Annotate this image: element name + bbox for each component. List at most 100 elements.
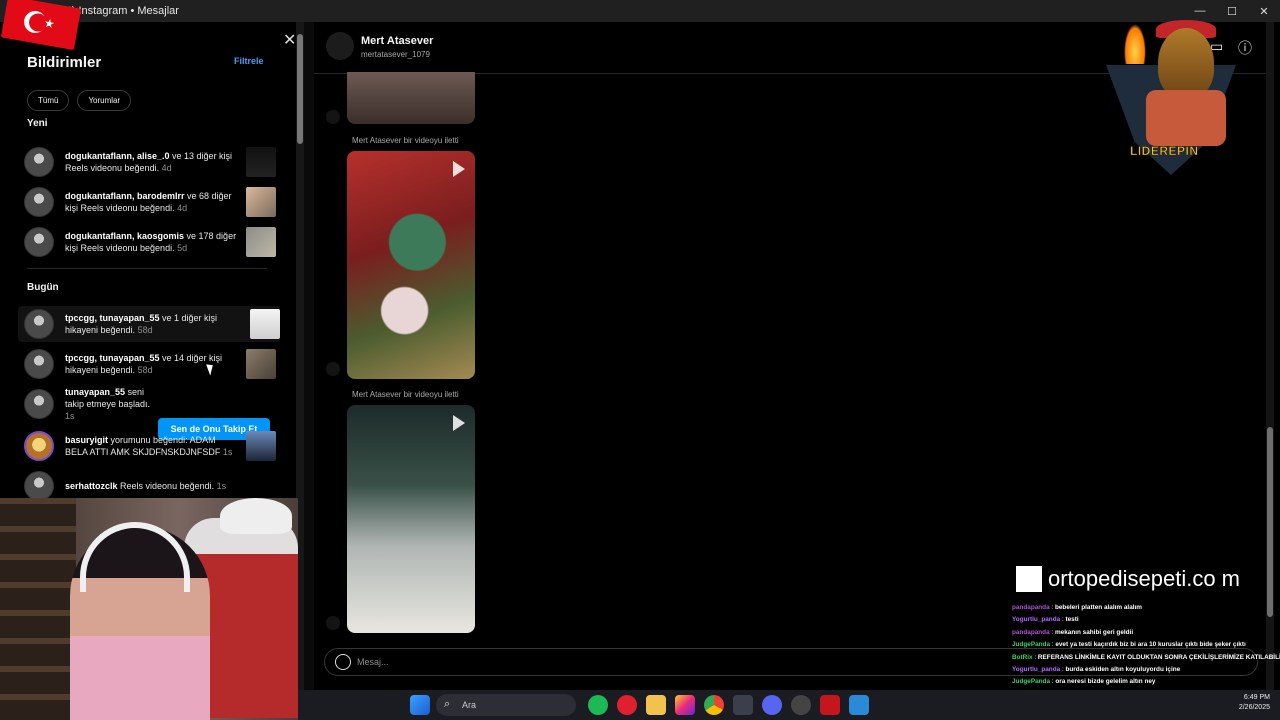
notification-users: tpccgg, tunayapan_55	[65, 353, 160, 363]
avatar	[24, 147, 54, 177]
windows-start-icon[interactable]	[410, 695, 430, 715]
app-icon[interactable]	[791, 695, 811, 715]
chat-username: Yogurtlu_panda	[1012, 666, 1061, 674]
sidebar-strip	[304, 22, 314, 690]
post-thumbnail[interactable]	[246, 147, 276, 177]
stream-chat-line: JudgePanda : ora neresi bizde gelelim al…	[1012, 678, 1156, 686]
pinned-apps	[588, 695, 869, 715]
post-thumbnail[interactable]	[246, 187, 276, 217]
story-thumbnail[interactable]	[246, 349, 276, 379]
search-label: Ara	[462, 700, 477, 710]
torch-icon	[1124, 24, 1146, 64]
taskbar-search[interactable]: ⌕ Ara	[436, 694, 576, 716]
post-thumbnail[interactable]	[246, 227, 276, 257]
system-clock[interactable]: 6:49 PM 2/26/2025	[1239, 693, 1270, 713]
taskbar-apps	[410, 695, 430, 715]
opera-icon[interactable]	[617, 695, 637, 715]
notification-time: 4d	[174, 203, 188, 213]
stream-chat-line: Yogurtlu_panda : testi	[1012, 616, 1079, 624]
chat-username: pandapanda	[1012, 628, 1050, 636]
stream-chat-line: pandapanda : bebeleri platten alalım ala…	[1012, 604, 1142, 611]
logo-text: LIDEREPIN	[1130, 144, 1199, 159]
section-new: Yeni	[27, 118, 48, 129]
steam-icon[interactable]	[733, 695, 753, 715]
clock-date: 2/26/2025	[1238, 704, 1270, 711]
close-icon[interactable]: ✕	[283, 30, 296, 50]
stream-chat-line: Yogurtlu_panda : burda eskiden altın koy…	[1012, 666, 1181, 674]
forwarded-video[interactable]	[347, 405, 475, 633]
notification-time: 5d	[174, 243, 188, 253]
emoji-icon[interactable]	[335, 654, 351, 670]
discord-icon[interactable]	[762, 695, 782, 715]
taskbar: ⌕ Ara 6:49 PM 2/26/2025	[298, 690, 1280, 720]
window-titlebar: (4) Instagram • Mesajlar — ☐ ✕	[0, 0, 1280, 22]
sender-avatar	[326, 616, 340, 630]
avatar	[24, 389, 54, 419]
chat-username: JudgePanda	[1012, 678, 1050, 686]
chat-message: ora neresi bizde gelelim altın ney	[1055, 678, 1156, 686]
chip-all[interactable]: Tümü	[27, 90, 70, 111]
notification-users: serhattozclk	[65, 481, 118, 491]
avatar	[24, 227, 54, 257]
section-today: Bugün	[27, 282, 59, 293]
chat-message: mekanın sahibi geri geldii	[1054, 628, 1134, 636]
avatar	[24, 349, 54, 379]
instagram-icon[interactable]	[675, 695, 695, 715]
forwarded-video[interactable]	[347, 72, 475, 124]
chip-comments[interactable]: Yorumlar	[77, 90, 132, 111]
avatar	[24, 309, 54, 339]
chat-username: JudgePanda	[1012, 641, 1050, 649]
notification-users: basuryigit	[65, 435, 109, 445]
chrome-icon[interactable]	[704, 695, 724, 715]
chat-scrollbar[interactable]	[1266, 22, 1274, 690]
forward-caption: Mert Atasever bir videoyu iletti	[352, 136, 459, 145]
notification-item[interactable]: basuryigit yorumunu beğendi: ADAM BELA A…	[24, 428, 276, 464]
notification-item[interactable]: tunayapan_55 seni takip etmeye başladı. …	[24, 386, 154, 422]
notification-time: 1s	[65, 411, 75, 421]
sender-avatar	[326, 362, 340, 376]
sender-avatar	[326, 110, 340, 124]
stream-chat-line: JudgePanda : evet ya testi kaçırdık biz …	[1012, 641, 1246, 649]
section-divider	[27, 268, 267, 269]
play-icon	[453, 415, 465, 431]
contact-name[interactable]: Mert Atasever	[361, 35, 433, 47]
contact-avatar[interactable]	[326, 32, 354, 60]
filter-chips: Tümü Yorumlar	[27, 90, 132, 111]
app-blue-icon[interactable]	[849, 695, 869, 715]
contact-username: mertatasever_1079	[361, 50, 430, 59]
story-thumbnail[interactable]	[250, 309, 280, 339]
stream-chat-line: BotRix : REFERANS LİNKİMLE KAYIT OLDUKTA…	[1012, 652, 1280, 664]
spotify-icon[interactable]	[588, 695, 608, 715]
chat-username: pandapanda	[1012, 604, 1050, 611]
notification-item[interactable]: tpccgg, tunayapan_55 ve 1 diğer kişi hik…	[18, 306, 280, 342]
notification-item[interactable]: dogukantaflann, alise_.0 ve 13 diğer kiş…	[24, 144, 276, 180]
app-red-icon[interactable]	[820, 695, 840, 715]
notification-item[interactable]: dogukantaflann, kaosgomis ve 178 diğer k…	[24, 224, 276, 260]
close-window-button[interactable]: ✕	[1248, 0, 1280, 22]
notification-time: 1s	[214, 481, 227, 491]
chat-message: burda eskiden altın koyuluyordu içine	[1065, 666, 1181, 674]
chat-message: testi	[1065, 616, 1079, 624]
post-thumbnail[interactable]	[246, 431, 276, 461]
notification-time: 58d	[135, 325, 153, 335]
notification-users: dogukantaflann, alise_.0	[65, 151, 170, 161]
notification-item[interactable]: dogukantaflann, barodemlrr ve 68 diğer k…	[24, 184, 276, 220]
stream-chat: pandapanda : bebeleri platten alalım ala…	[1012, 602, 1280, 701]
sponsor-square-icon	[1016, 566, 1042, 592]
stream-chat-line: pandapanda : mekanın sahibi geri geldii	[1012, 628, 1134, 636]
notification-time: 58d	[135, 365, 153, 375]
clock-time: 6:49 PM	[1243, 694, 1270, 701]
avatar	[24, 187, 54, 217]
forwarded-video[interactable]	[347, 151, 475, 379]
sponsor-text: ortopedisepeti.co m	[1048, 566, 1240, 591]
notification-time: 4d	[159, 163, 172, 173]
avatar	[24, 471, 54, 501]
notification-users: dogukantaflann, barodemlrr	[65, 191, 185, 201]
chat-username: BotRix	[1012, 653, 1033, 661]
notification-item[interactable]: tpccgg, tunayapan_55 ve 14 diğer kişi hi…	[24, 346, 276, 382]
filter-link[interactable]: Filtrele	[234, 56, 264, 66]
search-icon: ⌕	[444, 698, 451, 710]
file-explorer-icon[interactable]	[646, 695, 666, 715]
notification-time: 1s	[220, 447, 233, 457]
liderepin-logo: LIDEREPIN	[1096, 10, 1246, 190]
